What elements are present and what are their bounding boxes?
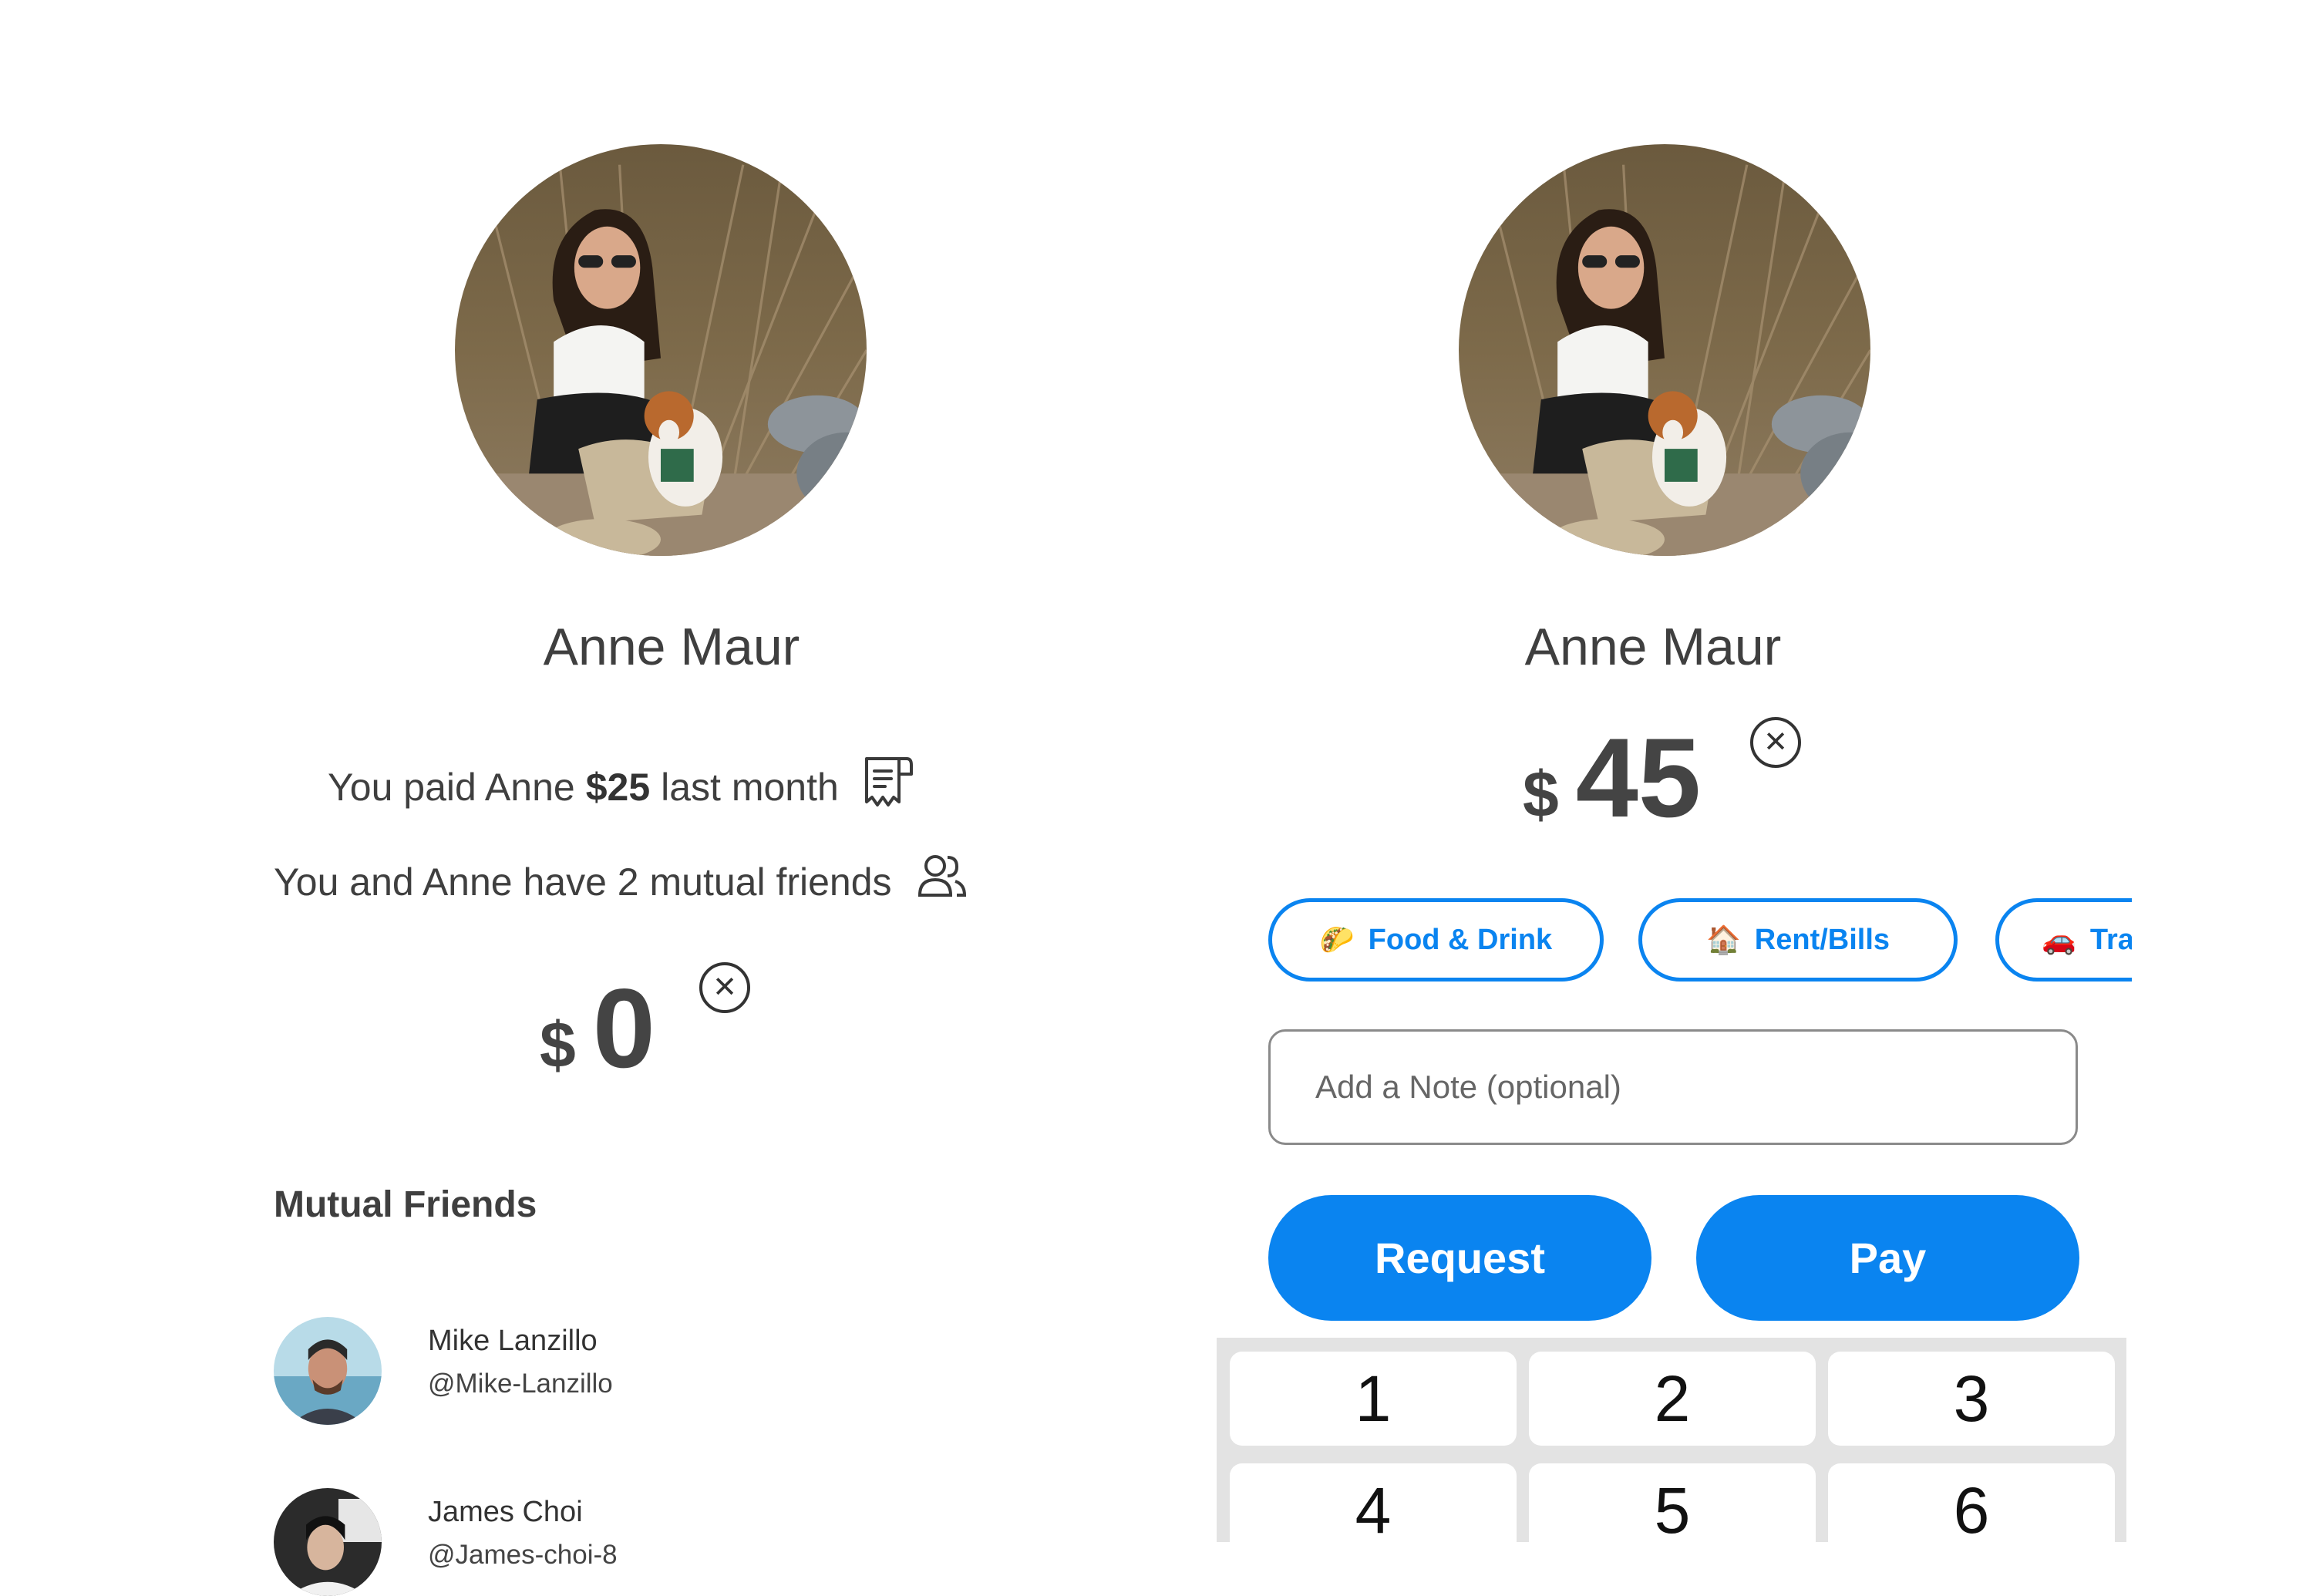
amount-value: 45 [1575,715,1702,840]
friend-list-item[interactable]: James Choi @James-choi-8 [274,1488,618,1596]
amount-display: $ 45 [1523,713,1701,843]
key-2[interactable]: 2 [1529,1352,1816,1446]
close-circle-icon[interactable]: ✕ [699,962,750,1013]
amount-value: 0 [592,965,655,1091]
category-chips: 🌮 Food & Drink 🏠 Rent/Bills 🚗 Travel [1257,887,2132,995]
paid-prefix: You paid Anne [328,766,575,809]
friend-handle: @James-choi-8 [428,1540,618,1570]
amount-display: $ 0 [540,964,655,1093]
request-button[interactable]: Request [1268,1195,1651,1321]
chip-rent-bills[interactable]: 🏠 Rent/Bills [1638,898,1958,982]
chip-label: Travel [2089,923,2132,956]
friend-handle: @Mike-Lanzillo [428,1369,613,1399]
profile-name: Anne Maur [1524,618,1782,676]
profile-name: Anne Maur [543,618,800,676]
mutual-friends-title: Mutual Friends [274,1184,537,1225]
friend-list-item[interactable]: Mike Lanzillo @Mike-Lanzillo [274,1317,613,1425]
number-keypad: 1 2 3 4 5 6 [1217,1338,2126,1542]
paid-amount: $25 [585,766,651,809]
receipt-icon[interactable] [862,754,916,820]
pay-button[interactable]: Pay [1696,1195,2079,1321]
users-icon[interactable] [915,850,969,914]
chip-travel[interactable]: 🚗 Travel [1995,898,2132,982]
house-icon: 🏠 [1705,924,1741,955]
profile-avatar [1459,144,1870,556]
friend-name: Mike Lanzillo [428,1325,598,1357]
taco-icon: 🌮 [1319,924,1355,955]
car-icon: 🚗 [2042,924,2076,955]
key-4[interactable]: 4 [1230,1463,1517,1542]
friend-avatar [274,1488,382,1596]
key-1[interactable]: 1 [1230,1352,1517,1446]
close-circle-icon[interactable]: ✕ [1750,717,1801,768]
mutual-text: You and Anne have 2 mutual friends [274,860,892,904]
chip-label: Food & Drink [1368,923,1553,956]
chip-food-drink[interactable]: 🌮 Food & Drink [1268,898,1604,982]
key-5[interactable]: 5 [1529,1463,1816,1542]
key-3[interactable]: 3 [1828,1352,2115,1446]
chip-label: Rent/Bills [1754,923,1890,956]
paid-suffix: last month [661,766,839,809]
key-6[interactable]: 6 [1828,1463,2115,1542]
mutual-summary: You and Anne have 2 mutual friends [274,850,969,914]
note-input[interactable] [1268,1029,2078,1145]
amount-currency: $ [1523,758,1559,830]
paid-summary: You paid Anne $25 last month [328,754,916,820]
friend-avatar [274,1317,382,1425]
friend-name: James Choi [428,1496,583,1528]
profile-avatar [455,144,867,556]
amount-currency: $ [540,1008,576,1081]
